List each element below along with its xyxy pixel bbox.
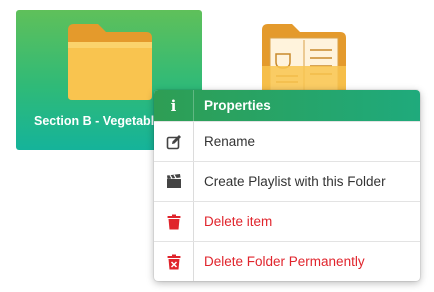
menu-item-label: Create Playlist with this Folder (204, 174, 386, 189)
context-menu: i Properties Rename Create Playlist with… (154, 90, 420, 281)
folder-name: Section B - Vegetables (34, 114, 169, 128)
menu-item-label: Delete item (204, 214, 273, 229)
menu-item-label: Properties (204, 98, 271, 113)
menu-item-rename[interactable]: Rename (154, 121, 420, 161)
menu-item-label: Delete Folder Permanently (204, 254, 365, 269)
menu-item-delete[interactable]: Delete item (154, 201, 420, 241)
trash-icon (154, 202, 194, 241)
file-browser: Section B - Vegetables ec i Properties (0, 0, 434, 292)
menu-item-create-playlist[interactable]: Create Playlist with this Folder (154, 161, 420, 201)
clapperboard-icon (154, 162, 194, 201)
edit-icon (154, 122, 194, 161)
folder-icon (68, 24, 152, 100)
menu-item-label: Rename (204, 134, 256, 149)
menu-item-delete-permanently[interactable]: Delete Folder Permanently (154, 241, 420, 281)
menu-item-properties[interactable]: i Properties (154, 90, 420, 121)
trash-x-icon (154, 242, 194, 281)
info-icon: i (154, 90, 194, 121)
